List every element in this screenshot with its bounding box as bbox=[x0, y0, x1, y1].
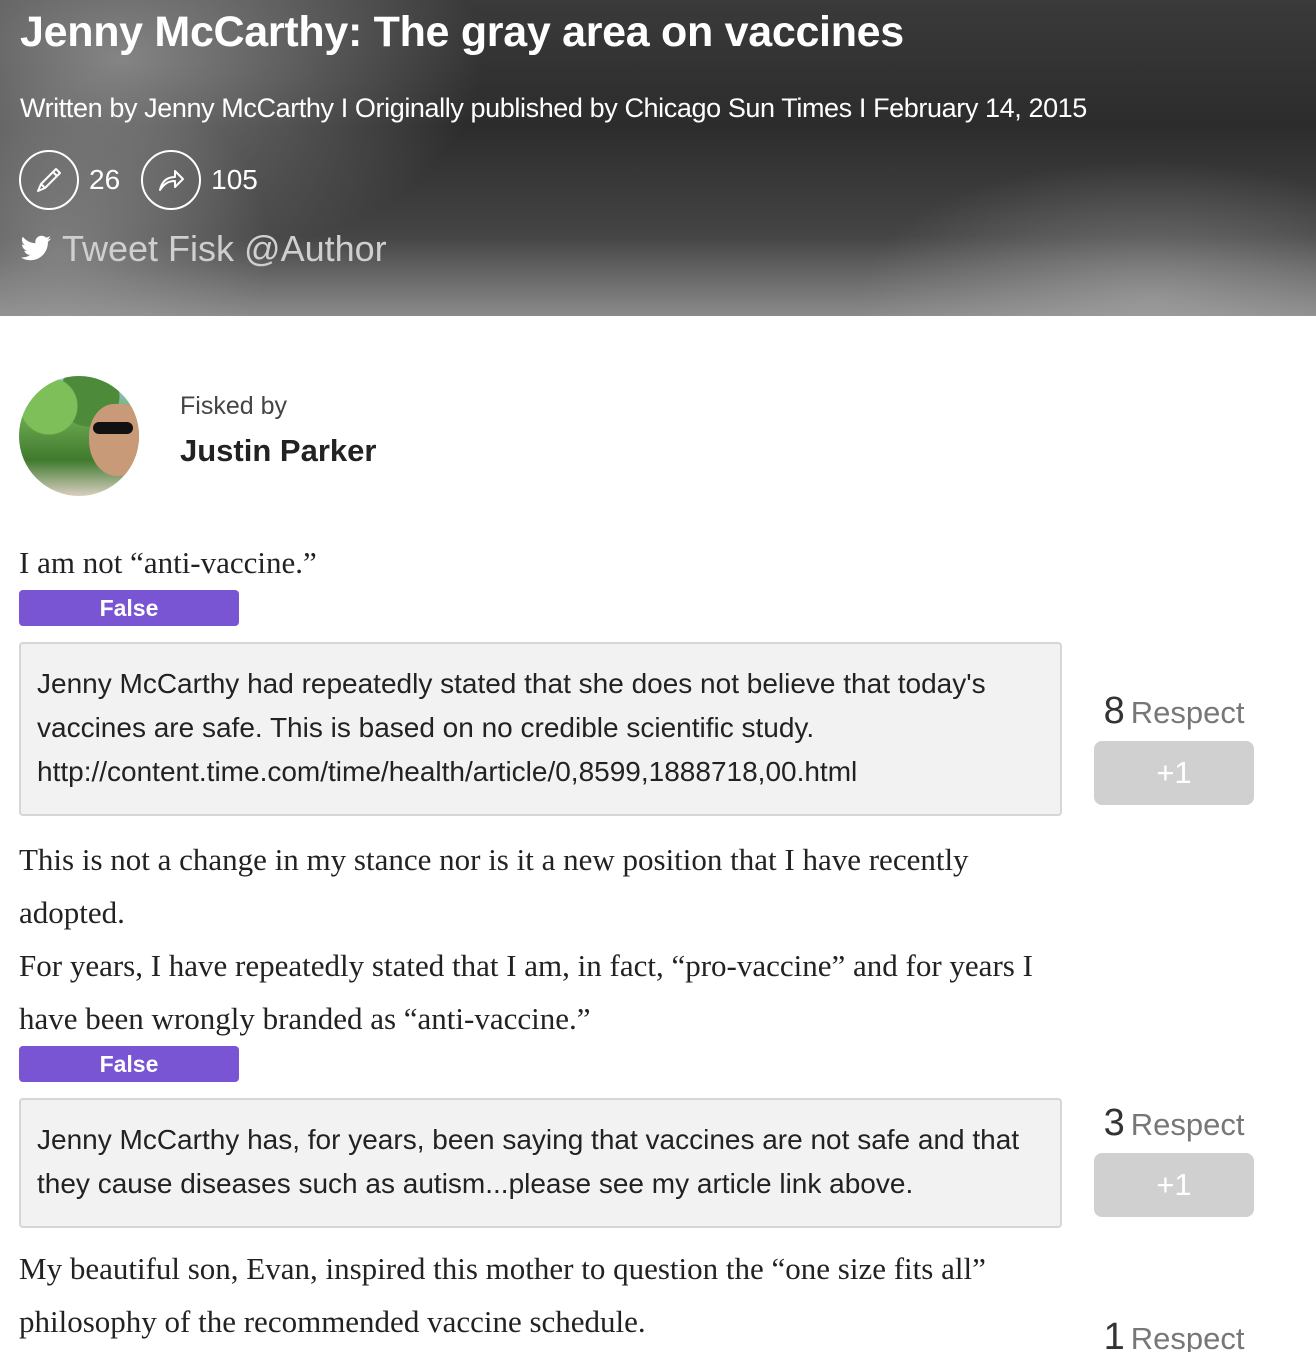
article-title: Jenny McCarthy: The gray area on vaccine… bbox=[20, 8, 904, 56]
respect-widget: 8 Respect +1 bbox=[1094, 690, 1254, 805]
respect-widget: 1 Respect bbox=[1094, 1316, 1254, 1352]
fisked-by-label: Fisked by bbox=[180, 392, 287, 420]
comment-button[interactable] bbox=[19, 150, 79, 210]
pencil-icon bbox=[37, 168, 61, 192]
respect-label: Respect bbox=[1130, 1321, 1245, 1352]
respect-widget: 3 Respect +1 bbox=[1094, 1102, 1254, 1217]
tweet-label: Tweet Fisk @Author bbox=[62, 228, 387, 269]
article-quote: My beautiful son, Evan, inspired this mo… bbox=[19, 1251, 986, 1339]
article-header: Jenny McCarthy: The gray area on vaccine… bbox=[0, 0, 1316, 316]
article-quote: For years, I have repeatedly stated that… bbox=[19, 948, 1033, 1036]
respect-count: 3 bbox=[1103, 1102, 1125, 1144]
shares-count: 105 bbox=[211, 164, 258, 195]
comments-count: 26 bbox=[89, 164, 121, 195]
tweet-fisk-link[interactable]: Tweet Fisk @Author bbox=[20, 228, 387, 270]
plus-one-button[interactable]: +1 bbox=[1094, 741, 1254, 805]
fisk-response: Jenny McCarthy has, for years, been sayi… bbox=[19, 1098, 1062, 1228]
share-icon bbox=[159, 170, 185, 191]
article-stats: 26 105 bbox=[19, 150, 279, 210]
respect-count: 1 bbox=[1103, 1316, 1125, 1352]
false-badge: False bbox=[19, 590, 239, 626]
share-button[interactable] bbox=[141, 150, 202, 210]
respect-label: Respect bbox=[1130, 1107, 1245, 1142]
fisker-name[interactable]: Justin Parker bbox=[180, 433, 376, 469]
avatar[interactable] bbox=[19, 376, 139, 496]
fisk-response: Jenny McCarthy had repeatedly stated tha… bbox=[19, 642, 1062, 816]
article-quote: I am not “anti-vaccine.” bbox=[19, 545, 317, 580]
respect-label: Respect bbox=[1130, 695, 1245, 730]
respect-count: 8 bbox=[1103, 690, 1125, 732]
article-byline: Written by Jenny McCarthy I Originally p… bbox=[20, 93, 1087, 123]
article-quote: This is not a change in my stance nor is… bbox=[19, 842, 969, 930]
false-badge: False bbox=[19, 1046, 239, 1082]
plus-one-button[interactable]: +1 bbox=[1094, 1153, 1254, 1217]
fisker-profile: Fisked by Justin Parker bbox=[19, 376, 376, 496]
twitter-bird-icon bbox=[20, 235, 52, 261]
